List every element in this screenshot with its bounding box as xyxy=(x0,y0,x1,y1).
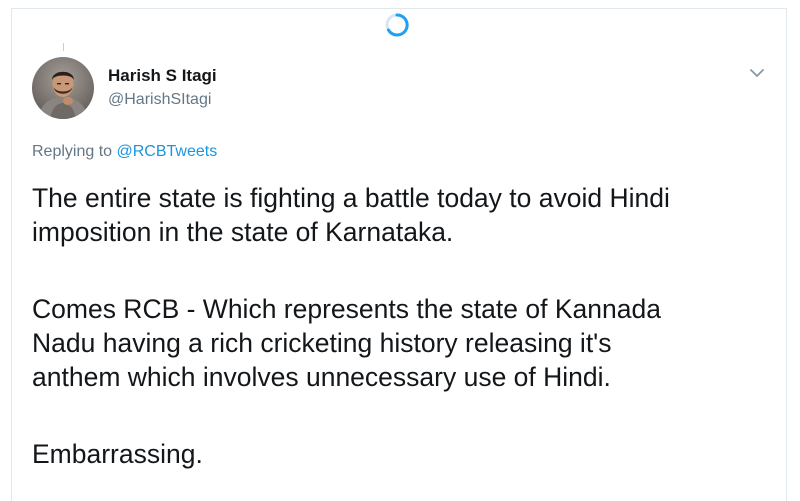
tweet-line: imposition in the state of Karnataka. xyxy=(32,217,454,247)
chevron-down-icon[interactable] xyxy=(746,63,768,83)
avatar-image xyxy=(32,57,94,119)
author-display-name[interactable]: Harish S Itagi xyxy=(108,66,217,86)
replying-to-mention[interactable]: @RCBTweets xyxy=(117,143,218,160)
tweet-line: Nadu having a rich cricketing history re… xyxy=(32,328,612,358)
tweet-line: Embarrassing. xyxy=(32,439,203,469)
tweet-screenshot: Harish S Itagi @HarishSItagi Replying to… xyxy=(0,0,800,501)
tweet-line: anthem which involves unnecessary use of… xyxy=(32,362,611,392)
tweet-line: Comes RCB - Which represents the state o… xyxy=(32,294,661,324)
author-handle[interactable]: @HarishSItagi xyxy=(108,91,211,109)
tweet-line: The entire state is fighting a battle to… xyxy=(32,183,670,213)
avatar[interactable] xyxy=(32,57,94,119)
replying-to-prefix: Replying to xyxy=(32,143,113,160)
loading-spinner-icon xyxy=(385,13,409,37)
replying-to: Replying to @RCBTweets xyxy=(32,143,217,161)
thread-line xyxy=(63,43,64,51)
tweet-text: The entire state is fighting a battle to… xyxy=(32,181,772,471)
